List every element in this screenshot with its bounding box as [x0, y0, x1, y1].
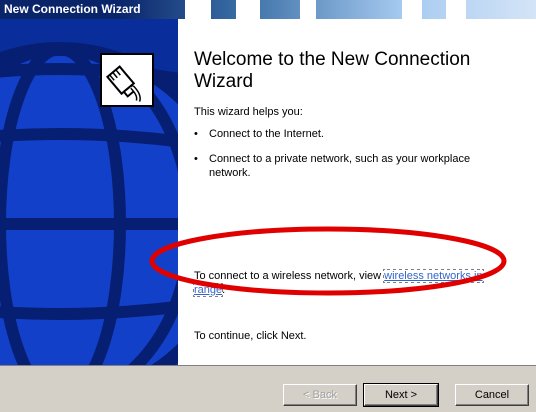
wireless-text: To connect to a wireless network, view w… — [193, 269, 484, 297]
button-bar: < Back Next > Cancel — [0, 365, 536, 412]
next-button[interactable]: Next > — [363, 383, 439, 407]
back-button[interactable]: < Back — [283, 384, 357, 406]
wizard-art-panel — [0, 19, 178, 365]
network-cable-icon — [100, 53, 154, 107]
cancel-button[interactable]: Cancel — [455, 384, 529, 406]
welcome-heading: Welcome to the New Connection Wizard — [194, 49, 471, 92]
continue-text: To continue, click Next. — [194, 330, 307, 342]
bullet-item-internet: • Connect to the Internet. — [194, 128, 324, 140]
window-title: New Connection Wizard — [4, 2, 141, 16]
wizard-content: Welcome to the New Connection Wizard Thi… — [178, 19, 536, 365]
bullet-item-private-network: • Connect to a private network, such as … — [194, 153, 471, 179]
intro-text: This wizard helps you: — [194, 106, 303, 118]
wizard-window: New Connection Wizard Welcome to the New… — [0, 0, 536, 412]
title-bar: New Connection Wizard — [0, 0, 536, 19]
